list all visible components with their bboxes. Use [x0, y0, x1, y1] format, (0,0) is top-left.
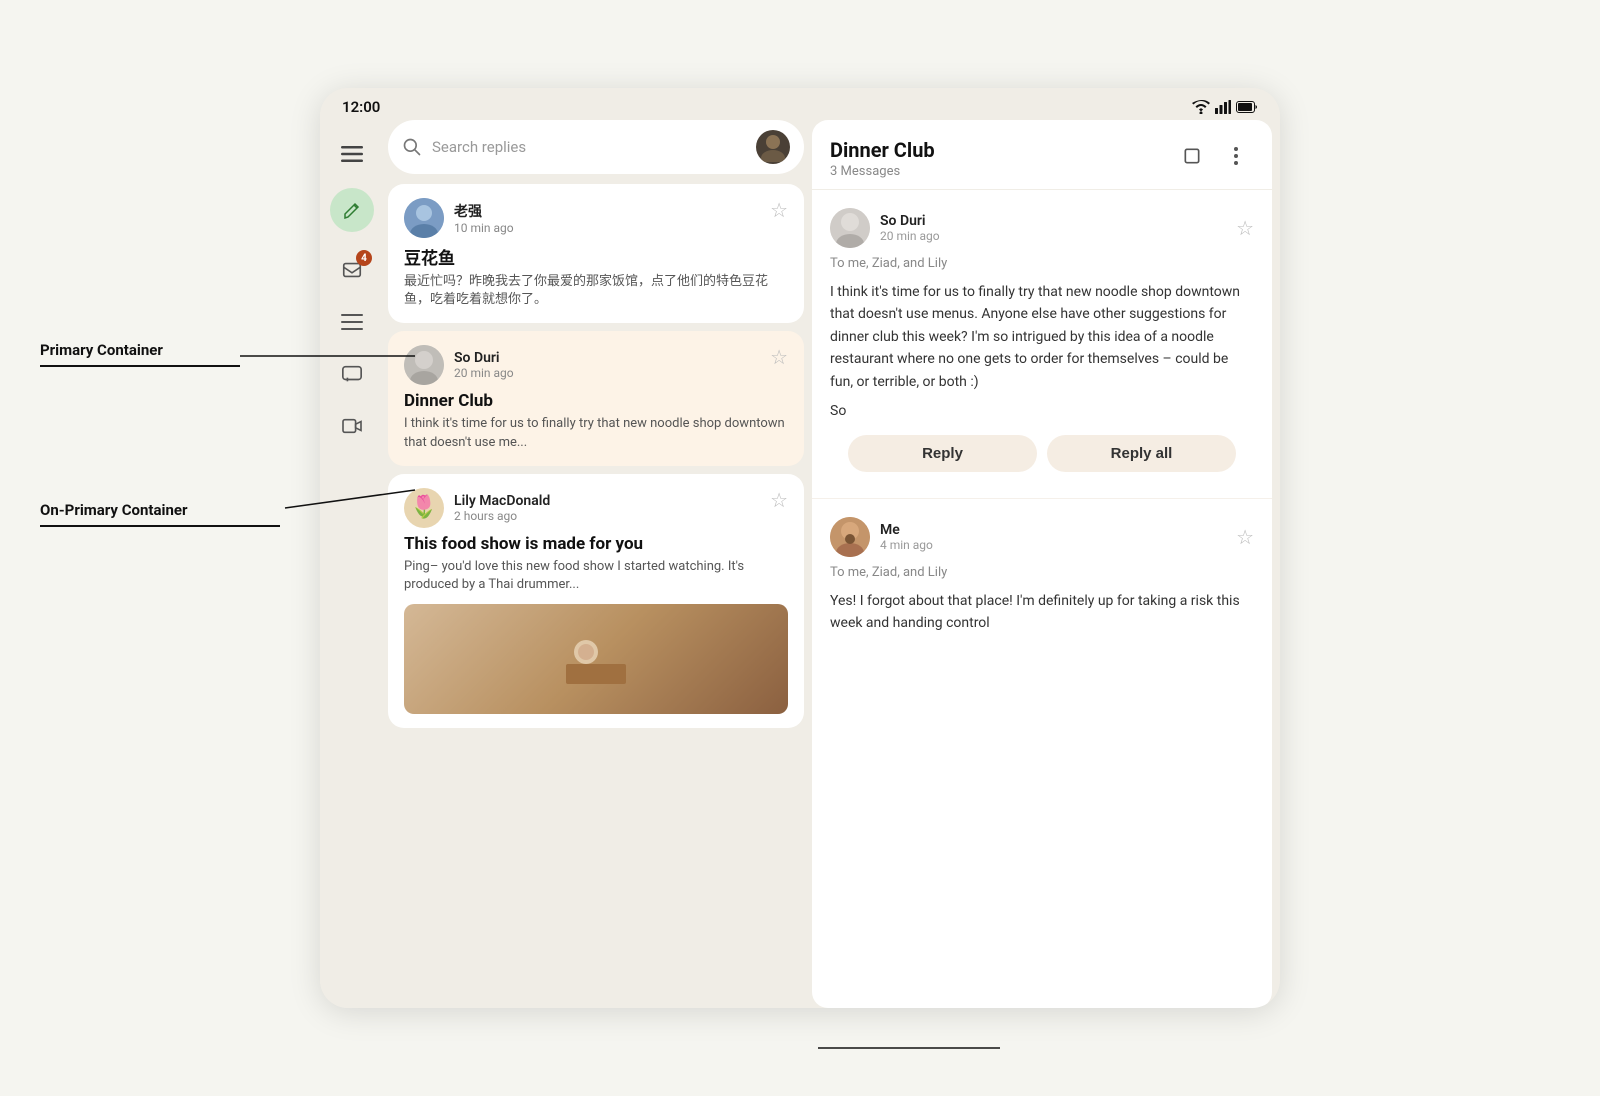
sender-time-1: 10 min ago: [454, 221, 514, 235]
message-item-2: Me 4 min ago ☆ To me, Ziad, and Lily Yes…: [812, 499, 1272, 649]
status-time: 12:00: [342, 98, 380, 116]
sender-name-1: 老强: [454, 201, 514, 221]
sidebar: 4: [320, 120, 384, 1008]
sidebar-video-icon[interactable]: [330, 404, 374, 448]
wifi-icon: [1192, 100, 1210, 114]
msg-body-1: I think it's time for us to finally try …: [830, 281, 1254, 393]
status-bar: 12:00: [320, 88, 1280, 120]
sidebar-inbox-icon[interactable]: 4: [330, 248, 374, 292]
detail-subtitle: 3 Messages: [830, 164, 935, 179]
star-icon-1[interactable]: ☆: [770, 198, 788, 222]
email-subject-3: This food show is made for you: [404, 534, 788, 554]
email-card-3[interactable]: 🌷 Lily MacDonald 2 hours ago ☆ This food…: [388, 474, 804, 728]
reply-button[interactable]: Reply: [848, 435, 1037, 472]
search-icon: [402, 137, 422, 157]
sender-time-2: 20 min ago: [454, 366, 514, 380]
email-subject-2: Dinner Club: [404, 391, 788, 411]
msg-time-2: 4 min ago: [880, 538, 933, 552]
outer-wrapper: Primary Container On-Primary Container 1…: [0, 0, 1600, 1096]
star-icon-3[interactable]: ☆: [770, 488, 788, 512]
compose-fab-button[interactable]: [330, 188, 374, 232]
sender-name-3: Lily MacDonald: [454, 493, 550, 509]
reply-all-button[interactable]: Reply all: [1047, 435, 1236, 472]
user-avatar[interactable]: [756, 130, 790, 164]
device-frame: 12:00: [320, 88, 1280, 1008]
detail-header: Dinner Club 3 Messages: [812, 120, 1272, 190]
email-preview-2: I think it's time for us to finally try …: [404, 415, 788, 451]
battery-icon: [1236, 101, 1258, 113]
email-detail-panel: Dinner Club 3 Messages: [812, 120, 1272, 1008]
avatar-soduri-list: [404, 345, 444, 385]
message-item-1: So Duri 20 min ago ☆ To me, Ziad, and Li…: [812, 190, 1272, 499]
app-body: 4: [320, 120, 1280, 1008]
sender-name-2: So Duri: [454, 350, 514, 366]
expand-button[interactable]: [1174, 138, 1210, 174]
more-options-button[interactable]: [1218, 138, 1254, 174]
search-bar[interactable]: Search replies: [388, 120, 804, 174]
sidebar-menu-icon[interactable]: [330, 132, 374, 176]
email-image-preview: [404, 604, 788, 714]
avatar-lily: 🌷: [404, 488, 444, 528]
msg-recipients-1: To me, Ziad, and Lily: [830, 256, 1254, 271]
msg-sender-name-2: Me: [880, 522, 933, 538]
email-card-2[interactable]: So Duri 20 min ago ☆ Dinner Club I think…: [388, 331, 804, 465]
email-subject-1: 豆花鱼: [404, 244, 788, 269]
msg-avatar-me: [830, 517, 870, 557]
email-preview-3: Ping– you'd love this new food show I st…: [404, 558, 788, 594]
msg-recipients-2: To me, Ziad, and Lily: [830, 565, 1254, 580]
detail-header-actions: [1174, 138, 1254, 174]
status-icons: [1192, 100, 1258, 114]
inbox-badge: 4: [356, 250, 372, 266]
signal-icon: [1215, 100, 1231, 114]
reply-buttons: Reply Reply all: [830, 423, 1254, 484]
email-preview-1: 最近忙吗？昨晚我去了你最爱的那家饭馆，点了他们的特色豆花鱼，吃着吃着就想你了。: [404, 273, 788, 309]
sender-time-3: 2 hours ago: [454, 509, 550, 523]
avatar-laozi: [404, 198, 444, 238]
msg-signature-1: So: [830, 403, 1254, 419]
star-icon-2[interactable]: ☆: [770, 345, 788, 369]
msg-sender-2: Me 4 min ago: [830, 517, 933, 557]
msg-sender-1: So Duri 20 min ago: [830, 208, 940, 248]
msg-time-1: 20 min ago: [880, 229, 940, 243]
msg-body-2: Yes! I forgot about that place! I'm defi…: [830, 590, 1254, 635]
detail-messages: So Duri 20 min ago ☆ To me, Ziad, and Li…: [812, 190, 1272, 1008]
msg-avatar-soduri: [830, 208, 870, 248]
on-primary-container-label: On-Primary Container: [40, 500, 280, 527]
msg-sender-name-1: So Duri: [880, 213, 940, 229]
msg-star-2[interactable]: ☆: [1236, 525, 1254, 549]
msg-star-1[interactable]: ☆: [1236, 216, 1254, 240]
detail-title: Dinner Club: [830, 138, 935, 162]
search-input[interactable]: Search replies: [432, 138, 746, 156]
sidebar-chat-icon[interactable]: [330, 352, 374, 396]
email-card-1[interactable]: 老强 10 min ago ☆ 豆花鱼 最近忙吗？昨晚我去了你最爱的那家饭馆，点…: [388, 184, 804, 323]
primary-container-label: Primary Container: [40, 340, 240, 367]
sidebar-list-icon[interactable]: [330, 300, 374, 344]
email-list-panel: Search replies: [384, 120, 812, 1008]
